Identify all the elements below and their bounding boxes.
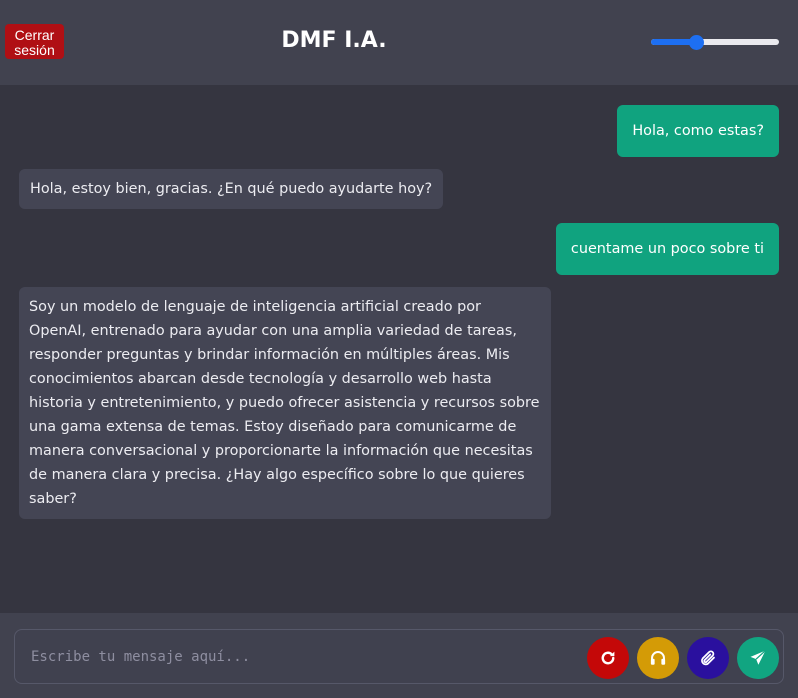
send-button[interactable]	[737, 637, 779, 679]
send-icon	[750, 650, 766, 665]
user-message: Hola, como estas?	[617, 105, 779, 157]
app-title: DMF I.A.	[281, 28, 387, 53]
reset-button[interactable]	[587, 637, 629, 679]
composer-bar	[0, 613, 798, 698]
chat-area: Hola, como estas? Hola, estoy bien, grac…	[0, 85, 798, 613]
message-input[interactable]	[31, 646, 571, 668]
top-bar: Cerrar sesión DMF I.A.	[0, 0, 798, 85]
assistant-message: Soy un modelo de lenguaje de inteligenci…	[19, 287, 551, 519]
paperclip-icon	[701, 650, 715, 666]
refresh-icon	[601, 651, 615, 665]
user-message: cuentame un poco sobre ti	[555, 223, 779, 275]
message-input-box	[14, 629, 784, 684]
audio-button[interactable]	[637, 637, 679, 679]
attach-button[interactable]	[687, 637, 729, 679]
assistant-message: Hola, estoy bien, gracias. ¿En qué puedo…	[19, 169, 444, 209]
headphones-icon	[650, 651, 666, 665]
slider-thumb[interactable]	[688, 35, 704, 50]
volume-slider[interactable]	[651, 33, 779, 51]
